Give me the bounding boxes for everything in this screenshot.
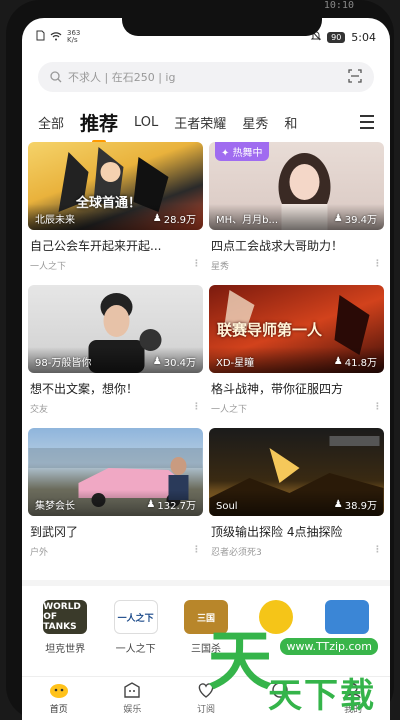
tab-all[interactable]: 全部 — [38, 113, 64, 132]
nav-label: 娱乐 — [123, 705, 142, 715]
tab-more-partial[interactable]: 和 — [284, 113, 297, 132]
dancing-badge: ✦ 热舞中 — [215, 142, 269, 161]
category-tabs: 全部 推荐 LOL 王者荣耀 星秀 和 — [22, 104, 390, 144]
person-icon: ♟ — [146, 499, 156, 510]
live-card[interactable]: ✦ 热舞中 MH、月月b... ♟ 39.4万 四点工会战求大哥助力！ 星秀 ⋮ — [209, 142, 384, 285]
person-icon: ♟ — [333, 213, 343, 224]
stream-title: 顶级输出探险 4点抽探险 — [211, 525, 343, 539]
viewer-count: ♟ 39.4万 — [333, 213, 377, 226]
game-name: 坦克世界 — [45, 644, 86, 655]
stream-thumbnail[interactable]: 集梦会长 ♟ 132.7万 — [28, 428, 203, 516]
viewer-count: ♟ 30.4万 — [152, 356, 196, 369]
search-bar[interactable]: 不求人 | 在石250 | ig — [38, 62, 374, 92]
wifi-icon — [50, 31, 62, 44]
anchor-name: 北辰未来 — [35, 215, 75, 226]
stream-title: 想不出文案，想你！ — [30, 382, 139, 396]
world-of-tanks-logo: WORLD OF TANKS — [43, 600, 88, 634]
live-card[interactable]: 98-万般皆你 ♟ 30.4万 想不出文案，想你！ 交友 ⋮ — [28, 285, 203, 428]
viewer-count: ♟ 132.7万 — [146, 499, 196, 512]
stream-thumbnail[interactable]: 98-万般皆你 ♟ 30.4万 — [28, 285, 203, 373]
stream-title: 到武冈了 — [30, 525, 79, 539]
live-grid: 全球首通！ 北辰未来 ♟28.9万 自己公会车开起来开起... 一人之下 ⋮ ✦ … — [28, 142, 384, 571]
network-speed: 363 K/s — [67, 30, 80, 44]
stream-thumbnail[interactable]: Soul ♟ 38.9万 — [209, 428, 384, 516]
anchor-name: Soul — [216, 501, 238, 512]
tab-recommended[interactable]: 推荐 — [80, 109, 118, 144]
stream-thumbnail[interactable]: 联赛导师第一人 XD-星瞳 ♟ 41.8万 — [209, 285, 384, 373]
top-clock: 10:10 — [323, 0, 354, 11]
category-link[interactable]: 户外 — [30, 545, 48, 558]
person-icon: ♟ — [333, 356, 343, 367]
home-icon — [49, 681, 69, 702]
category-link[interactable]: 交友 — [30, 402, 48, 415]
camera-notch — [122, 18, 322, 36]
stream-thumbnail[interactable]: ✦ 热舞中 MH、月月b... ♟ 39.4万 — [209, 142, 384, 230]
viewer-count: ♟ 38.9万 — [333, 499, 377, 512]
tab-lol[interactable]: LOL — [134, 115, 158, 130]
game-world-of-tanks[interactable]: WORLD OF TANKS 坦克世界 — [36, 586, 94, 666]
anchor-name: XD-星瞳 — [216, 358, 255, 369]
category-link[interactable]: 一人之下 — [211, 402, 247, 415]
site-watermark: 天 www.TTzip.com 天下载 — [208, 612, 398, 716]
tab-star-show[interactable]: 星秀 — [242, 113, 268, 132]
anchor-name: 集梦会长 — [35, 501, 75, 512]
scan-icon[interactable] — [348, 68, 362, 87]
thumbnail-banner-text: 联赛导师第一人 — [217, 321, 323, 339]
battery-indicator: 90 — [327, 31, 346, 43]
status-time: 5:04 — [351, 30, 376, 44]
viewer-count: ♟ 41.8万 — [333, 356, 377, 369]
search-icon — [50, 68, 62, 87]
yirenzhixia-logo: 一人之下 — [113, 600, 158, 634]
stream-title: 自己公会车开起来开起... — [30, 239, 162, 253]
category-link[interactable]: 一人之下 — [30, 259, 66, 272]
game-yirenzhixia[interactable]: 一人之下 一人之下 — [107, 586, 165, 666]
anchor-name: MH、月月b... — [216, 215, 279, 226]
more-icon[interactable]: ⋮ — [373, 545, 382, 558]
live-card[interactable]: Soul ♟ 38.9万 顶级输出探险 4点抽探险 忍者必须死3 ⋮ — [209, 428, 384, 571]
category-link[interactable]: 星秀 — [211, 259, 229, 272]
stream-title: 四点工会战求大哥助力！ — [211, 239, 344, 253]
category-link[interactable]: 忍者必须死3 — [211, 545, 262, 558]
more-icon[interactable]: ⋮ — [373, 259, 382, 272]
nav-home[interactable]: 首页 — [29, 677, 89, 720]
viewer-count: ♟ 28.9万 — [152, 213, 196, 226]
person-icon: ♟ — [333, 499, 343, 510]
nav-label: 首页 — [49, 705, 68, 715]
watermark-sub-text: 天下载 — [268, 676, 376, 716]
tabs-menu-icon[interactable] — [360, 115, 374, 129]
live-card[interactable]: 联赛导师第一人 XD-星瞳 ♟ 41.8万 格斗战神，带你征服四方 一人之下 ⋮ — [209, 285, 384, 428]
live-card[interactable]: 全球首通！ 北辰未来 ♟28.9万 自己公会车开起来开起... 一人之下 ⋮ — [28, 142, 203, 285]
more-icon[interactable]: ⋮ — [192, 259, 201, 272]
anchor-name: 98-万般皆你 — [35, 358, 92, 369]
search-placeholder: 不求人 | 在石250 | ig — [68, 71, 176, 84]
stream-thumbnail[interactable]: 全球首通！ 北辰未来 ♟28.9万 — [28, 142, 203, 230]
watermark-big-char: 天 — [208, 625, 272, 699]
more-icon[interactable]: ⋮ — [192, 402, 201, 415]
entertainment-icon — [122, 681, 142, 702]
more-icon[interactable]: ⋮ — [373, 402, 382, 415]
person-icon: ♟ — [152, 356, 162, 367]
sim-icon — [36, 30, 45, 44]
game-name: 一人之下 — [115, 644, 156, 655]
live-card[interactable]: 集梦会长 ♟ 132.7万 到武冈了 户外 ⋮ — [28, 428, 203, 571]
tab-honor-of-kings[interactable]: 王者荣耀 — [174, 113, 226, 132]
more-icon[interactable]: ⋮ — [192, 545, 201, 558]
nav-entertainment[interactable]: 娱乐 — [102, 677, 162, 720]
watermark-url: www.TTzip.com — [280, 638, 378, 655]
network-speed-unit: K/s — [67, 36, 78, 44]
person-icon: ♟ — [152, 213, 162, 224]
stream-title: 格斗战神，带你征服四方 — [211, 382, 344, 396]
